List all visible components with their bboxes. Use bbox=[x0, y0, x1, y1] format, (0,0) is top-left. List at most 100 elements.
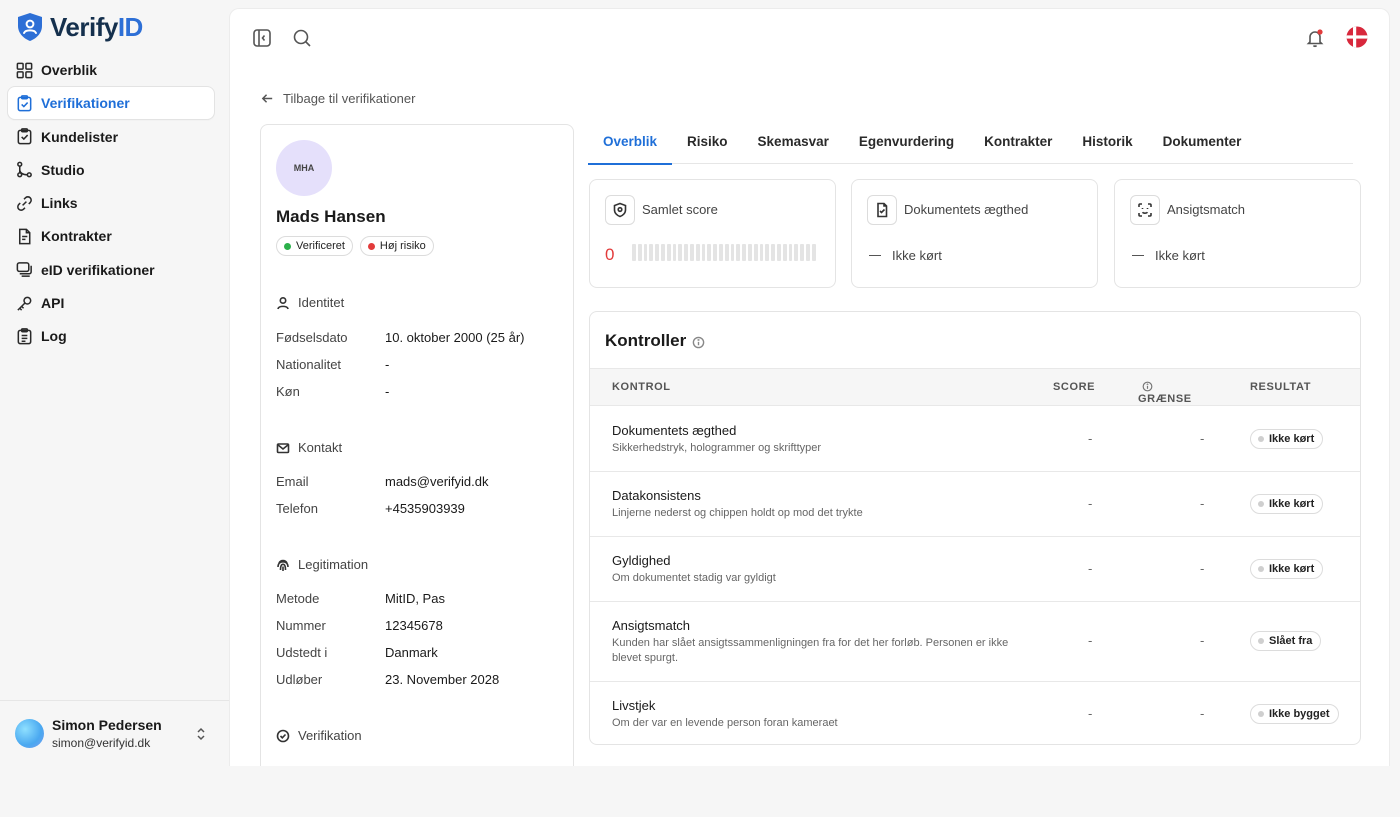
workflow-icon bbox=[17, 162, 32, 178]
meter-segment bbox=[660, 244, 665, 261]
card-total-score: Samlet score 0 bbox=[589, 179, 836, 288]
meter-segment bbox=[724, 244, 729, 261]
clipboard-check-icon bbox=[17, 94, 32, 112]
meter-segment bbox=[776, 244, 781, 261]
search-icon[interactable] bbox=[291, 27, 313, 49]
main-panel: Tilbage til verifikationer MHA Mads Hans… bbox=[229, 8, 1390, 766]
controls-table: Kontroller KONTROL SCORE GRÆNSE RESULTAT… bbox=[589, 311, 1361, 745]
sidebar-item-label: Log bbox=[41, 328, 67, 345]
sidebar-item-label: Kundelister bbox=[41, 128, 119, 145]
sidebar-toggle-icon[interactable] bbox=[251, 27, 273, 49]
card-icon bbox=[867, 195, 897, 225]
section-verifikation: Verifikation bbox=[276, 728, 362, 743]
sidebar-item-log[interactable]: Log bbox=[8, 320, 214, 352]
card-status: Ikke kørt bbox=[869, 248, 942, 263]
meter-segment bbox=[736, 244, 741, 261]
meter-segment bbox=[718, 244, 723, 261]
total-score-value: 0 bbox=[605, 245, 615, 264]
tab-skemasvar[interactable]: Skemasvar bbox=[743, 125, 844, 164]
user-menu[interactable]: Simon Pedersen simon@verifyid.dk bbox=[0, 700, 229, 766]
sidebar-item-label: API bbox=[41, 295, 65, 312]
person-icon bbox=[277, 296, 289, 309]
sidebar-item-studio[interactable]: Studio bbox=[8, 154, 214, 186]
meter-segment bbox=[713, 244, 717, 261]
sidebar-item-label: Links bbox=[41, 195, 78, 212]
user-email: simon@verifyid.dk bbox=[52, 736, 151, 750]
table-row[interactable]: Gyldighed Om dokumentet stadig var gyldi… bbox=[590, 537, 1360, 602]
sidebar-item-verifikationer[interactable]: Verifikationer bbox=[8, 87, 214, 120]
meter-segment bbox=[765, 244, 770, 261]
chevron-up-down-icon bbox=[197, 727, 205, 741]
profile-card: MHA Mads Hansen Verificeret Høj risiko I… bbox=[260, 124, 574, 766]
meter-segment bbox=[649, 244, 654, 261]
sidebar-item-kontrakter[interactable]: Kontrakter bbox=[8, 220, 214, 252]
sidebar-item-label: Verifikationer bbox=[41, 95, 130, 112]
result-badge: Ikke kørt bbox=[1250, 559, 1324, 579]
table-row[interactable]: Datakonsistens Linjerne nederst og chipp… bbox=[590, 472, 1360, 537]
sidebar-item-label: eID verifikationer bbox=[41, 261, 155, 278]
meter-segment bbox=[678, 244, 683, 261]
meter-segment bbox=[800, 244, 804, 261]
link-icon bbox=[17, 195, 32, 211]
table-row[interactable]: Ansigtsmatch Kunden har slået ansigtssam… bbox=[590, 602, 1360, 682]
info-icon[interactable] bbox=[1142, 381, 1153, 392]
card-title: Ansigtsmatch bbox=[1167, 202, 1246, 217]
field-row: Email mads@verifyid.dk bbox=[276, 474, 489, 489]
table-row[interactable]: Livstjek Om der var en levende person fo… bbox=[590, 682, 1360, 744]
field-row: Udløber 23. November 2028 bbox=[276, 672, 500, 687]
meter-segment bbox=[759, 244, 764, 261]
logo[interactable]: VerifyID bbox=[14, 10, 143, 44]
card-icon bbox=[1130, 195, 1160, 225]
field-row: Nationalitet - bbox=[276, 357, 390, 372]
field-row: Nummer 12345678 bbox=[276, 618, 443, 633]
user-name: Simon Pedersen bbox=[52, 717, 162, 733]
info-icon[interactable] bbox=[692, 336, 705, 349]
section-legitimation: Legitimation bbox=[276, 557, 368, 572]
shield-icon bbox=[613, 202, 627, 218]
danish-flag-icon[interactable] bbox=[1346, 26, 1368, 48]
sidebar-item-label: Studio bbox=[41, 161, 85, 178]
field-row: Køn - bbox=[276, 384, 390, 399]
card-status: Ikke kørt bbox=[1132, 248, 1205, 263]
back-link-label: Tilbage til verifikationer bbox=[283, 91, 416, 106]
user-avatar bbox=[15, 719, 44, 748]
controls-title: Kontroller bbox=[605, 331, 705, 351]
sidebar-item-eid-verifikationer[interactable]: eID verifikationer bbox=[8, 254, 214, 286]
table-header: KONTROL SCORE GRÆNSE RESULTAT bbox=[590, 368, 1360, 406]
result-badge: Ikke bygget bbox=[1250, 704, 1339, 724]
face-scan-icon bbox=[1138, 203, 1152, 217]
card-document-authenticity: Dokumentets ægthed Ikke kørt bbox=[851, 179, 1098, 288]
tab-kontrakter[interactable]: Kontrakter bbox=[969, 125, 1067, 164]
tab-historik[interactable]: Historik bbox=[1067, 125, 1147, 164]
tab-dokumenter[interactable]: Dokumenter bbox=[1148, 125, 1257, 164]
sidebar-item-kundelister[interactable]: Kundelister bbox=[8, 121, 214, 153]
tab-overblik[interactable]: Overblik bbox=[588, 125, 673, 165]
shield-logo-icon bbox=[18, 13, 42, 41]
stack-icon bbox=[16, 262, 32, 278]
tab-egenvurdering[interactable]: Egenvurdering bbox=[844, 125, 969, 164]
profile-name: Mads Hansen bbox=[276, 207, 386, 226]
card-title: Samlet score bbox=[642, 202, 718, 217]
back-link[interactable]: Tilbage til verifikationer bbox=[260, 91, 415, 106]
fingerprint-icon bbox=[277, 559, 289, 571]
meter-segment bbox=[684, 244, 688, 261]
header-score: SCORE bbox=[1053, 381, 1096, 393]
clipboard-list-icon bbox=[17, 128, 32, 145]
field-row: Metode MitID, Pas bbox=[276, 591, 445, 606]
bell-icon[interactable] bbox=[1304, 27, 1326, 49]
card-face-match: Ansigtsmatch Ikke kørt bbox=[1114, 179, 1361, 288]
sidebar-item-label: Overblik bbox=[41, 62, 98, 78]
header-limit: GRÆNSE bbox=[1138, 381, 1191, 405]
brand-name: VerifyID bbox=[50, 11, 143, 42]
result-badge: Slået fra bbox=[1250, 631, 1322, 651]
section-identitet: Identitet bbox=[276, 295, 344, 310]
table-row[interactable]: Dokumentets ægthed Sikkerhedstryk, holog… bbox=[590, 407, 1360, 472]
sidebar-item-api[interactable]: API bbox=[8, 287, 214, 319]
result-badge: Ikke kørt bbox=[1250, 494, 1324, 514]
sidebar-item-overblik[interactable]: Overblik bbox=[8, 54, 214, 86]
field-row: Fødselsdato 10. oktober 2000 (25 år) bbox=[276, 330, 525, 345]
sidebar-item-links[interactable]: Links bbox=[8, 187, 214, 219]
check-circle-icon bbox=[276, 729, 290, 742]
meter-segment bbox=[742, 244, 746, 261]
tab-risiko[interactable]: Risiko bbox=[672, 125, 743, 164]
